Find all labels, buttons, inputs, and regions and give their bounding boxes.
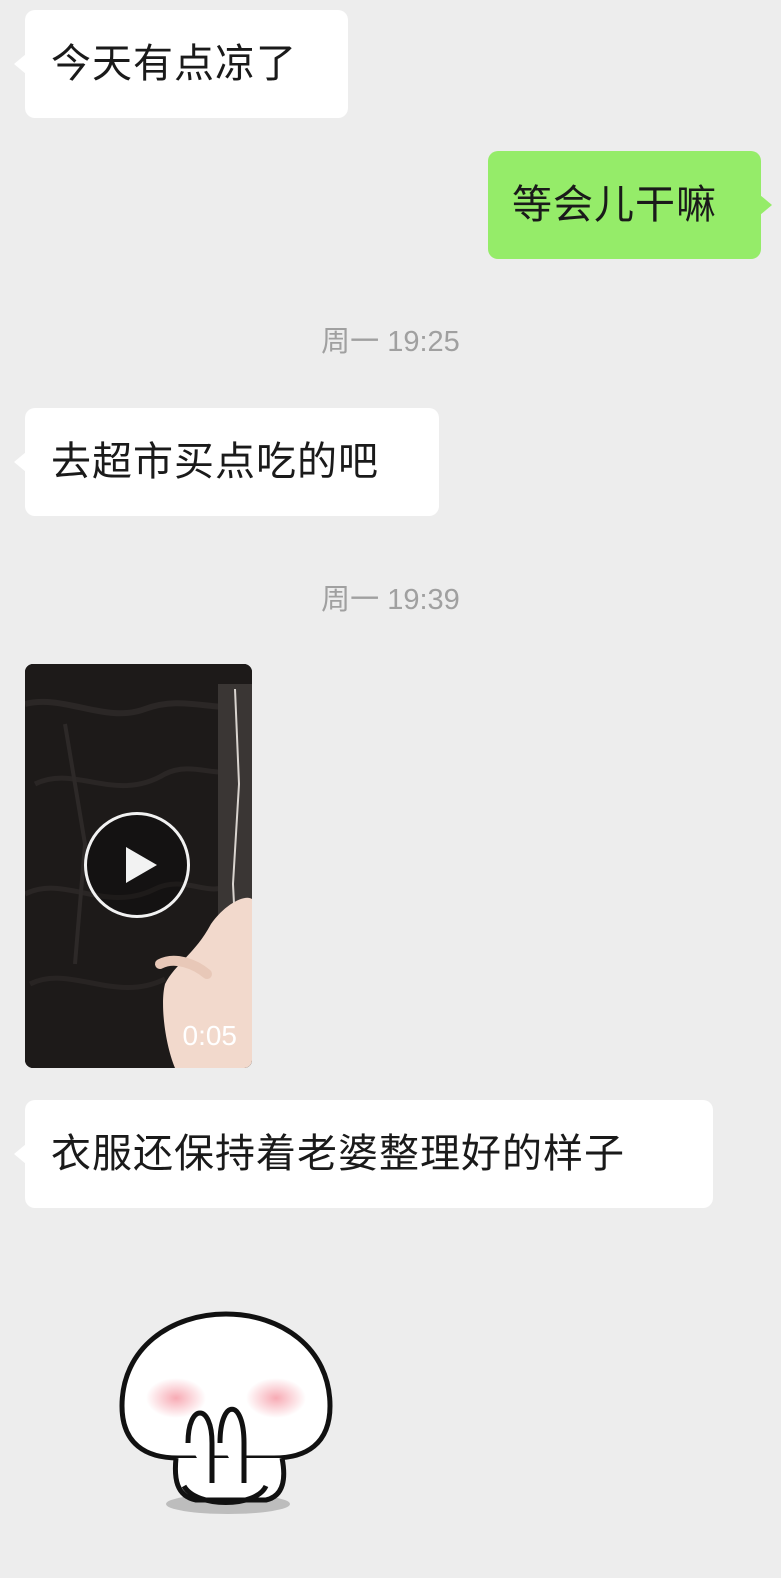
- message-bubble-incoming[interactable]: 今天有点凉了: [14, 10, 348, 118]
- message-bubble-outgoing[interactable]: 等会儿干嘛: [488, 151, 772, 259]
- blushing-mushroom-sticker-icon: [119, 1311, 333, 1514]
- video-duration: 0:05: [182, 1020, 238, 1051]
- play-icon: [126, 847, 157, 883]
- play-button[interactable]: [84, 812, 190, 918]
- message-text: 衣服还保持着老婆整理好的样子: [51, 1131, 625, 1177]
- message-bubble-incoming[interactable]: 衣服还保持着老婆整理好的样子: [14, 1100, 713, 1208]
- sticker-message[interactable]: [116, 1308, 336, 1532]
- message-text: 去超市买点吃的吧: [51, 439, 379, 485]
- timestamp: 周一 19:25: [321, 326, 460, 358]
- message-text: 今天有点凉了: [51, 41, 297, 87]
- message-text: 等会儿干嘛: [512, 182, 717, 228]
- message-bubble-incoming[interactable]: 去超市买点吃的吧: [14, 408, 439, 516]
- timestamp: 周一 19:39: [321, 584, 460, 616]
